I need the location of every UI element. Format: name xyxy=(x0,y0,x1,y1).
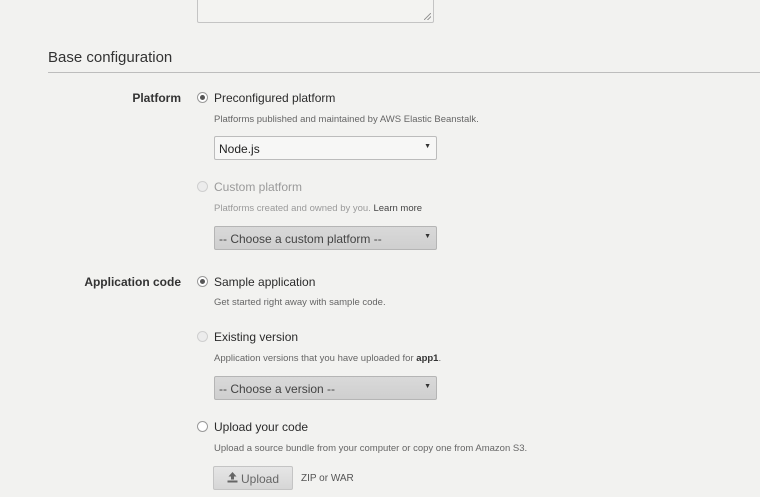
upload-button[interactable]: Upload xyxy=(213,466,293,490)
learn-more-link[interactable]: Learn more xyxy=(373,203,422,214)
preconfigured-platform-radio[interactable] xyxy=(197,92,208,103)
custom-platform-help: Platforms created and owned by you. Lear… xyxy=(214,203,422,214)
custom-platform-help-text: Platforms created and owned by you. xyxy=(214,203,371,214)
preconfigured-platform-label[interactable]: Preconfigured platform xyxy=(214,91,335,105)
platform-select[interactable]: Node.js ▼ xyxy=(214,136,437,160)
section-title: Base configuration xyxy=(48,49,173,66)
sample-application-help: Get started right away with sample code. xyxy=(214,297,386,308)
custom-platform-label[interactable]: Custom platform xyxy=(214,180,302,194)
platform-select-value: Node.js xyxy=(219,142,260,156)
upload-icon xyxy=(227,472,238,486)
resize-grip-icon[interactable] xyxy=(424,13,431,20)
custom-platform-select[interactable]: -- Choose a custom platform -- ▼ xyxy=(214,226,437,250)
description-textarea[interactable] xyxy=(197,0,434,23)
custom-platform-select-value: -- Choose a custom platform -- xyxy=(219,232,382,246)
existing-version-help-suffix: . xyxy=(438,353,442,364)
upload-code-help: Upload a source bundle from your compute… xyxy=(214,443,528,454)
caret-down-icon: ▼ xyxy=(424,383,431,390)
section-divider xyxy=(48,72,760,73)
upload-format-hint: ZIP or WAR xyxy=(301,473,354,484)
version-select-value: -- Choose a version -- xyxy=(219,382,336,396)
upload-code-label[interactable]: Upload your code xyxy=(214,420,308,434)
application-code-label: Application code xyxy=(84,275,181,289)
existing-version-label[interactable]: Existing version xyxy=(214,330,298,344)
app-name: app1 xyxy=(416,353,439,364)
caret-down-icon: ▼ xyxy=(424,143,431,150)
sample-application-label[interactable]: Sample application xyxy=(214,275,315,289)
existing-version-radio[interactable] xyxy=(197,331,208,342)
custom-platform-radio[interactable] xyxy=(197,181,208,192)
caret-down-icon: ▼ xyxy=(424,233,431,240)
sample-application-radio[interactable] xyxy=(197,276,208,287)
existing-version-help-text: Application versions that you have uploa… xyxy=(214,353,414,364)
existing-version-help: Application versions that you have uploa… xyxy=(214,353,441,364)
upload-code-radio[interactable] xyxy=(197,421,208,432)
preconfigured-platform-help: Platforms published and maintained by AW… xyxy=(214,114,479,125)
platform-label: Platform xyxy=(132,91,181,105)
upload-button-label: Upload xyxy=(241,472,280,486)
version-select[interactable]: -- Choose a version -- ▼ xyxy=(214,376,437,400)
